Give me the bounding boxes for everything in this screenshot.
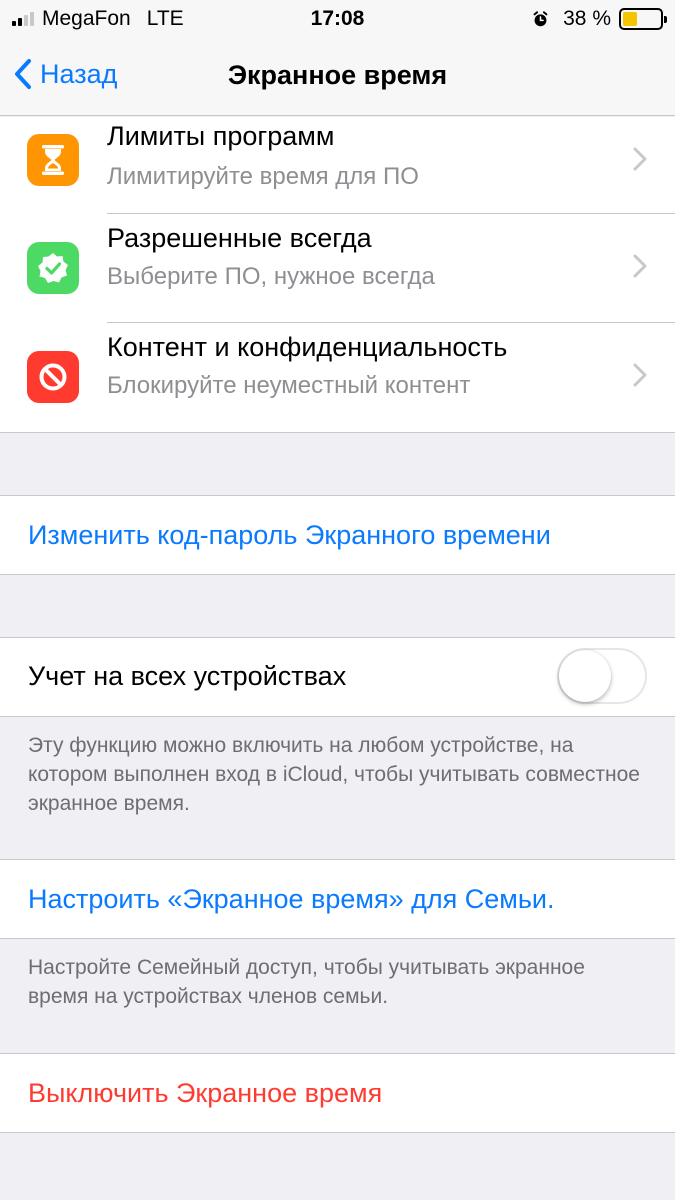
chevron-right-icon bbox=[633, 254, 647, 278]
menu-item-subtitle: Выберите ПО, нужное всегда bbox=[107, 263, 435, 290]
family-footnote: Настройте Семейный доступ, чтобы учитыва… bbox=[28, 956, 585, 1008]
menu-item-content-privacy[interactable]: Контент и конфиденциальность Блокируйте … bbox=[0, 323, 675, 432]
passcode-group: Изменить код-пароль Экранного времени bbox=[0, 495, 675, 575]
setup-family-button[interactable]: Настроить «Экранное время» для Семьи. bbox=[0, 860, 675, 938]
chevron-right-icon bbox=[633, 147, 647, 171]
share-across-devices-label: Учет на всех устройствах bbox=[28, 661, 347, 691]
status-bar: MegaFon LTE 17:08 38 % bbox=[0, 0, 675, 40]
share-across-devices-footnote: Эту функцию можно включить на любом устр… bbox=[28, 734, 640, 815]
alarm-clock-icon bbox=[533, 10, 548, 26]
page-title: Экранное время bbox=[227, 60, 448, 90]
toggle-knob bbox=[559, 650, 611, 702]
chevron-right-icon bbox=[633, 363, 647, 387]
menu-item-app-limits[interactable]: Лимиты программ Лимитируйте время для ПО bbox=[0, 117, 675, 214]
prohibited-icon bbox=[27, 351, 79, 403]
share-devices-group: Учет на всех устройствах bbox=[0, 637, 675, 717]
checkmark-badge-icon bbox=[27, 242, 79, 294]
settings-menu-group: Лимиты программ Лимитируйте время для ПО… bbox=[0, 117, 675, 433]
menu-item-subtitle: Лимитируйте время для ПО bbox=[107, 163, 419, 190]
battery-level bbox=[623, 12, 637, 26]
menu-item-title: Лимиты программ bbox=[107, 121, 335, 151]
menu-item-subtitle: Блокируйте неуместный контент bbox=[107, 372, 471, 399]
turn-off-group: Выключить Экранное время bbox=[0, 1053, 675, 1133]
battery-icon bbox=[619, 8, 667, 30]
turn-off-screen-time-button[interactable]: Выключить Экранное время bbox=[0, 1054, 675, 1132]
share-across-devices-toggle[interactable] bbox=[557, 648, 647, 704]
menu-item-title: Контент и конфиденциальность bbox=[107, 332, 508, 362]
navigation-bar: Назад Экранное время bbox=[0, 40, 675, 116]
menu-item-always-allowed[interactable]: Разрешенные всегда Выберите ПО, нужное в… bbox=[0, 214, 675, 323]
change-passcode-button[interactable]: Изменить код-пароль Экранного времени bbox=[0, 496, 675, 574]
status-right: 38 % bbox=[532, 7, 667, 31]
menu-item-title: Разрешенные всегда bbox=[107, 223, 372, 253]
hourglass-icon bbox=[27, 134, 79, 186]
family-group: Настроить «Экранное время» для Семьи. bbox=[0, 859, 675, 939]
share-across-devices-row: Учет на всех устройствах bbox=[0, 638, 675, 716]
battery-percent: 38 % bbox=[563, 7, 611, 30]
